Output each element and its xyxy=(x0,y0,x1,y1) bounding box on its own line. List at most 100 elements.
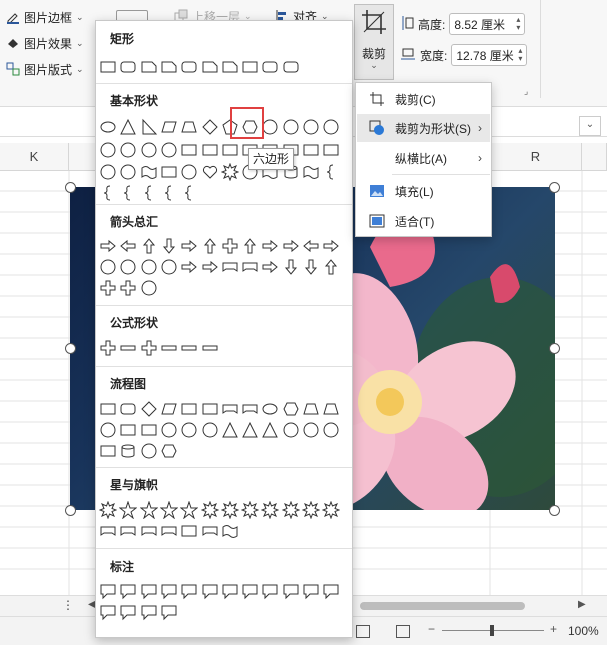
shape-option-callout[interactable] xyxy=(119,603,137,621)
zoom-out-icon[interactable]: − xyxy=(428,622,435,636)
shape-option-circ[interactable] xyxy=(119,258,137,276)
shape-option-tri[interactable] xyxy=(261,421,279,439)
shape-option-star[interactable] xyxy=(159,501,178,519)
shape-option-brace[interactable] xyxy=(140,184,158,202)
shape-option-circ[interactable] xyxy=(99,163,117,181)
shape-option-arrowR[interactable] xyxy=(282,237,300,255)
shape-option-heart[interactable] xyxy=(201,163,219,181)
shape-option-rect[interactable] xyxy=(180,400,198,418)
shape-option-circ[interactable] xyxy=(282,421,300,439)
shape-option-circ[interactable] xyxy=(160,258,178,276)
shape-option-callout[interactable] xyxy=(302,582,320,600)
shape-option-rect[interactable] xyxy=(180,141,198,159)
shape-option-rect[interactable] xyxy=(322,141,340,159)
shape-option-trap[interactable] xyxy=(322,400,340,418)
zoom-level[interactable]: 100% xyxy=(568,624,599,638)
resize-handle[interactable] xyxy=(65,343,76,354)
shape-option-banner[interactable] xyxy=(119,522,137,540)
shape-option-wave[interactable] xyxy=(221,522,239,540)
shape-option-rrect[interactable] xyxy=(180,58,198,76)
shape-option-rect[interactable] xyxy=(302,141,320,159)
shape-option-snip[interactable] xyxy=(201,58,219,76)
resize-handle[interactable] xyxy=(65,505,76,516)
shape-option-brace[interactable] xyxy=(160,184,178,202)
spinner-arrows-icon[interactable]: ▴ ▾ xyxy=(516,16,520,32)
shape-option-arrowD[interactable] xyxy=(302,258,320,276)
shape-option-arrowR[interactable] xyxy=(201,258,219,276)
shape-option-circ[interactable] xyxy=(119,141,137,159)
shape-option-circ[interactable] xyxy=(261,118,279,136)
shape-option-rect[interactable] xyxy=(160,163,178,181)
shape-option-circ[interactable] xyxy=(160,141,178,159)
shape-option-diam[interactable] xyxy=(201,118,219,136)
resize-handle[interactable] xyxy=(549,343,560,354)
shape-option-brace[interactable] xyxy=(99,184,117,202)
shape-option-circ[interactable] xyxy=(140,279,158,297)
normal-view-icon[interactable] xyxy=(356,625,370,638)
shape-option-circ[interactable] xyxy=(99,258,117,276)
shape-option-arrowD[interactable] xyxy=(160,237,178,255)
shape-option-burst[interactable] xyxy=(261,501,280,519)
shape-option-burst[interactable] xyxy=(302,501,320,519)
spinner-arrows-icon[interactable]: ▴ ▾ xyxy=(518,47,522,63)
shape-option-rrect[interactable] xyxy=(119,58,137,76)
aspect-ratio-menu-item[interactable]: 纵横比(A) › xyxy=(357,144,490,172)
shape-option-rtri[interactable] xyxy=(140,118,158,136)
shape-option-circ[interactable] xyxy=(140,141,158,159)
shape-option-snip[interactable] xyxy=(160,58,178,76)
shape-option-plus[interactable] xyxy=(99,279,117,297)
shape-option-callout[interactable] xyxy=(282,582,300,600)
shape-option-rect[interactable] xyxy=(201,400,219,418)
resize-handle[interactable] xyxy=(549,182,560,193)
shape-option-callout[interactable] xyxy=(241,582,259,600)
shape-option-arrowL[interactable] xyxy=(302,237,320,255)
shape-option-circ[interactable] xyxy=(322,118,340,136)
shape-option-star[interactable] xyxy=(119,501,138,519)
crop-menu-item[interactable]: 裁剪(C) xyxy=(357,85,490,113)
shape-option-callout[interactable] xyxy=(180,582,198,600)
picture-effects-button[interactable]: 图片效果 ⌄ xyxy=(2,32,88,54)
shape-option-rect[interactable] xyxy=(180,522,198,540)
shape-option-rrect[interactable] xyxy=(261,58,279,76)
shape-option-callout[interactable] xyxy=(261,582,279,600)
shape-option-star[interactable] xyxy=(139,501,158,519)
column-header-r[interactable]: R xyxy=(490,143,582,171)
shape-option-brace[interactable] xyxy=(180,184,198,202)
dialog-launcher-icon[interactable]: ⌟ xyxy=(524,86,528,97)
shape-option-tri[interactable] xyxy=(221,421,239,439)
shape-option-circ[interactable] xyxy=(160,421,178,439)
shape-option-arrowD[interactable] xyxy=(282,258,300,276)
picture-layout-button[interactable]: 图片版式 ⌄ xyxy=(2,58,88,80)
shape-option-callout[interactable] xyxy=(201,582,219,600)
shape-option-arrowR[interactable] xyxy=(180,258,198,276)
shape-option-rect[interactable] xyxy=(99,58,117,76)
resize-handle[interactable] xyxy=(65,182,76,193)
shape-option-circ[interactable] xyxy=(302,118,320,136)
expand-formula-bar-icon[interactable]: ⌄ xyxy=(579,116,601,136)
shape-option-callout[interactable] xyxy=(140,603,158,621)
horizontal-scrollbar[interactable] xyxy=(360,602,525,610)
shape-option-hex[interactable] xyxy=(282,400,300,418)
shape-option-callout[interactable] xyxy=(160,582,178,600)
shape-option-circ[interactable] xyxy=(140,442,158,460)
shape-option-banner[interactable] xyxy=(241,400,259,418)
shape-option-banner[interactable] xyxy=(160,522,178,540)
width-input[interactable]: 12.78 厘米 ▴ ▾ xyxy=(451,44,528,66)
shape-option-tri[interactable] xyxy=(119,118,137,136)
shape-option-rect[interactable] xyxy=(140,421,158,439)
shape-option-plus[interactable] xyxy=(221,237,239,255)
shape-option-para[interactable] xyxy=(160,400,178,418)
shape-option-rect[interactable] xyxy=(241,58,259,76)
shape-option-circ[interactable] xyxy=(302,421,320,439)
zoom-slider-thumb[interactable] xyxy=(490,625,494,636)
height-input[interactable]: 8.52 厘米 ▴ ▾ xyxy=(449,13,526,35)
scroll-right-icon[interactable]: ▶ xyxy=(578,599,586,610)
shape-option-circ[interactable] xyxy=(322,421,340,439)
shape-option-circ[interactable] xyxy=(99,421,117,439)
shape-option-arrowR[interactable] xyxy=(261,237,279,255)
shape-option-arrowR[interactable] xyxy=(99,237,117,255)
shape-option-wave[interactable] xyxy=(140,163,158,181)
shape-option-callout[interactable] xyxy=(160,603,178,621)
shape-option-rect[interactable] xyxy=(119,421,137,439)
shape-option-arrowU[interactable] xyxy=(241,237,259,255)
